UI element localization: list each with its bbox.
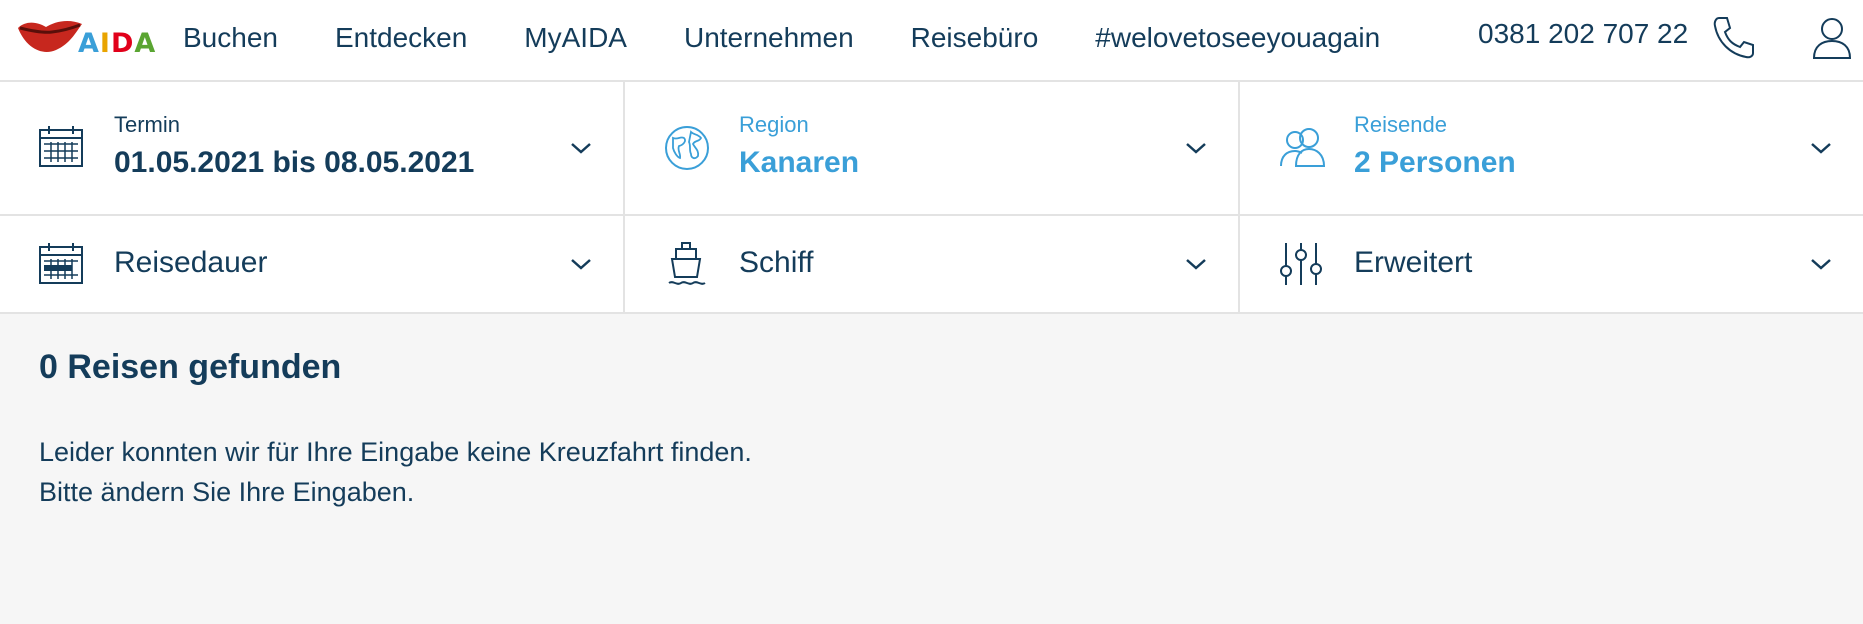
ship-icon xyxy=(668,242,706,285)
lips-logo-icon xyxy=(18,20,82,52)
nav-item-entdecken[interactable]: Entdecken xyxy=(335,22,467,54)
aida-wordmark: AIDA xyxy=(78,28,156,59)
sliders-icon xyxy=(1280,243,1322,285)
filter-reisende[interactable]: Reisende 2 Personen xyxy=(1240,82,1863,214)
schiff-label: Schiff xyxy=(739,246,814,279)
reisedauer-label: Reisedauer xyxy=(114,246,268,279)
chevron-down-icon[interactable] xyxy=(569,140,593,156)
results-count-heading: 0 Reisen gefunden xyxy=(39,348,342,386)
nav-item-buchen[interactable]: Buchen xyxy=(183,22,278,54)
reisende-label: Reisende xyxy=(1354,112,1447,137)
region-value: Kanaren xyxy=(739,146,860,179)
nav-item-reisebuero[interactable]: Reisebüro xyxy=(911,22,1039,54)
chevron-down-icon[interactable] xyxy=(1809,140,1833,156)
filter-erweitert[interactable]: Erweitert xyxy=(1240,216,1863,312)
filter-row-2: Reisedauer Schiff Erweitert xyxy=(0,216,1863,314)
results-section: 0 Reisen gefunden Leider konnten wir für… xyxy=(0,316,1863,624)
filter-row-1: Termin 01.05.2021 bis 08.05.2021 Region … xyxy=(0,82,1863,216)
chevron-down-icon[interactable] xyxy=(1809,256,1833,272)
reisende-value: 2 Personen xyxy=(1354,146,1516,179)
termin-value: 01.05.2021 bis 08.05.2021 xyxy=(114,146,475,179)
filter-termin[interactable]: Termin 01.05.2021 bis 08.05.2021 xyxy=(0,82,625,214)
no-results-line-2: Bitte ändern Sie Ihre Eingaben. xyxy=(39,477,415,507)
duration-calendar-icon xyxy=(39,243,83,284)
nav-item-myaida[interactable]: MyAIDA xyxy=(524,22,627,54)
no-results-message: Leider konnten wir für Ihre Eingabe kein… xyxy=(39,432,752,512)
no-results-line-1: Leider konnten wir für Ihre Eingabe kein… xyxy=(39,437,752,467)
filter-region[interactable]: Region Kanaren xyxy=(625,82,1240,214)
phone-number-link[interactable]: 0381 202 707 22 xyxy=(1478,18,1688,50)
aida-logo[interactable]: AIDA xyxy=(16,18,155,59)
search-filter-panel: Termin 01.05.2021 bis 08.05.2021 Region … xyxy=(0,82,1863,314)
filter-schiff[interactable]: Schiff xyxy=(625,216,1240,312)
calendar-icon xyxy=(39,126,83,167)
logo-letter-i: I xyxy=(99,28,111,59)
chevron-down-icon[interactable] xyxy=(1184,140,1208,156)
nav-item-welovetoseeyouagain[interactable]: #welovetoseeyouagain xyxy=(1095,22,1380,54)
filter-reisedauer[interactable]: Reisedauer xyxy=(0,216,625,312)
erweitert-label: Erweitert xyxy=(1354,246,1473,279)
logo-letter-d: D xyxy=(110,28,135,59)
termin-label: Termin xyxy=(114,112,181,137)
phone-icon[interactable] xyxy=(1710,14,1756,60)
user-icon[interactable] xyxy=(1810,14,1854,60)
top-navigation-bar: AIDA Buchen Entdecken MyAIDA Unternehmen… xyxy=(0,0,1863,82)
logo-letter-a: A xyxy=(78,28,100,59)
chevron-down-icon[interactable] xyxy=(569,256,593,272)
region-label: Region xyxy=(739,112,809,137)
people-icon xyxy=(1280,128,1326,167)
chevron-down-icon[interactable] xyxy=(1184,256,1208,272)
globe-icon xyxy=(665,126,709,170)
main-nav: Buchen Entdecken MyAIDA Unternehmen Reis… xyxy=(183,0,1437,76)
logo-letter-a2: A xyxy=(134,28,157,59)
nav-item-unternehmen[interactable]: Unternehmen xyxy=(684,22,854,54)
